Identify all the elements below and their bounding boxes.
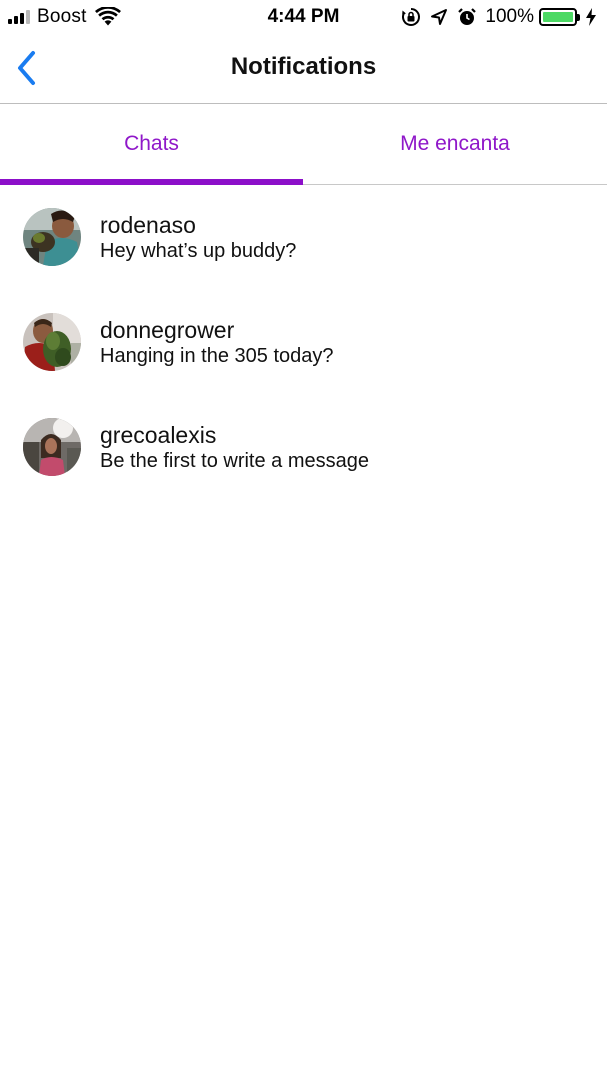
tab-chats-label: Chats bbox=[124, 132, 179, 155]
tab-chats[interactable]: Chats bbox=[0, 104, 303, 184]
chat-name: donnegrower bbox=[100, 317, 235, 343]
list-item[interactable]: grecoalexis Be the first to write a mess… bbox=[0, 395, 607, 500]
tab-bar: Chats Me encanta bbox=[0, 104, 607, 185]
charging-icon bbox=[586, 8, 596, 26]
location-icon bbox=[431, 9, 448, 25]
chat-message: Be the first to write a message bbox=[100, 450, 370, 472]
status-right: 100% bbox=[401, 6, 597, 28]
chat-message: Hey what’s up buddy? bbox=[100, 240, 297, 262]
chat-name: rodenaso bbox=[100, 212, 196, 238]
chat-list: rodenaso Hey what’s up buddy? donnegrowe… bbox=[0, 185, 607, 500]
battery-percent: 100% bbox=[485, 6, 534, 27]
alarm-icon bbox=[458, 8, 477, 25]
list-item[interactable]: rodenaso Hey what’s up buddy? bbox=[0, 185, 607, 290]
avatar bbox=[23, 313, 81, 371]
battery-fill bbox=[543, 12, 573, 22]
avatar bbox=[23, 418, 81, 476]
battery-icon bbox=[539, 8, 580, 26]
chat-message: Hanging in the 305 today? bbox=[100, 345, 334, 367]
page-title: Notifications bbox=[230, 53, 377, 80]
orientation-lock-icon bbox=[402, 8, 421, 26]
status-bar: Boost 4:44 PM 100% bbox=[0, 0, 607, 34]
chat-name: grecoalexis bbox=[100, 422, 217, 448]
tab-me-encanta[interactable]: Me encanta bbox=[303, 104, 607, 184]
nav-bar: Notifications bbox=[0, 34, 607, 104]
avatar bbox=[23, 208, 81, 266]
list-item[interactable]: donnegrower Hanging in the 305 today? bbox=[0, 290, 607, 395]
tab-me-encanta-label: Me encanta bbox=[400, 132, 510, 155]
